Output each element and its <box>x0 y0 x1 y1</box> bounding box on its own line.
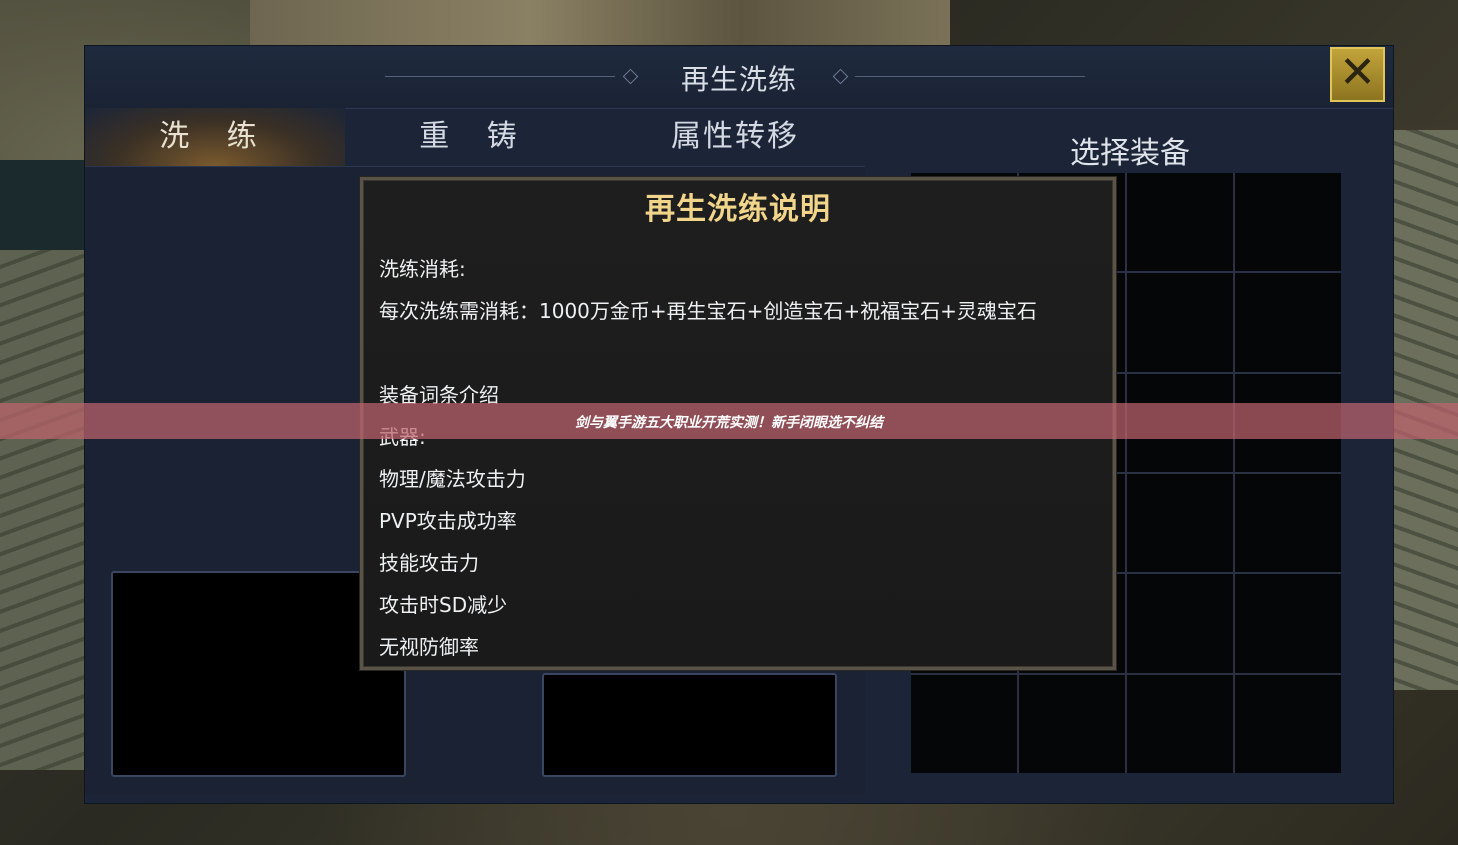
close-button[interactable]: ✕ <box>1330 47 1385 102</box>
select-equipment-label: 选择装备 <box>1070 136 1190 171</box>
result-equipment-slot[interactable] <box>542 673 837 777</box>
dialog-line: 每次洗练需消耗：1000万金币+再生宝石+创造宝石+祝福宝石+灵魂宝石 <box>379 299 1037 323</box>
dialog-line: 攻击时SD减少 <box>379 593 508 617</box>
tab-bar: 洗 练 重 铸 属性转移 <box>85 108 865 166</box>
banner-text: 剑与翼手游五大职业开荒实测！新手闭眼选不纠结 <box>575 415 883 431</box>
tab-recast[interactable]: 重 铸 <box>345 108 605 166</box>
title-decoration-right <box>855 76 1085 77</box>
inventory-cell[interactable] <box>911 674 1017 773</box>
inventory-cell[interactable] <box>1235 574 1341 673</box>
inventory-cell[interactable] <box>1235 273 1341 372</box>
inventory-cell[interactable] <box>1127 273 1233 372</box>
dialog-line: 技能攻击力 <box>379 551 479 575</box>
dialog-line: 洗练消耗: <box>379 257 466 281</box>
dialog-title: 再生洗练说明 <box>645 192 831 227</box>
inventory-cell[interactable] <box>1127 674 1233 773</box>
inventory-cell[interactable] <box>1127 574 1233 673</box>
dialog-line: 物理/魔法攻击力 <box>379 467 526 491</box>
overlay-banner: 剑与翼手游五大职业开荒实测！新手闭眼选不纠结 <box>0 403 1458 439</box>
dialog-line: PVP攻击成功率 <box>379 509 517 533</box>
inventory-cell[interactable] <box>1235 674 1341 773</box>
tab-refine[interactable]: 洗 练 <box>85 108 345 166</box>
background-sea <box>0 160 84 250</box>
tab-attribute-transfer[interactable]: 属性转移 <box>605 108 865 166</box>
inventory-cell[interactable] <box>1127 474 1233 573</box>
inventory-cell[interactable] <box>1235 474 1341 573</box>
window-titlebar: 再生洗练 ✕ <box>85 46 1393 109</box>
inventory-cell[interactable] <box>1127 173 1233 272</box>
window-title: 再生洗练 <box>680 63 797 96</box>
inventory-cell[interactable] <box>1235 173 1341 272</box>
dialog-line: 无视防御率 <box>379 635 479 659</box>
background-roof-top <box>250 0 950 45</box>
inventory-cell[interactable] <box>1019 674 1125 773</box>
background-roof-left <box>0 250 90 770</box>
